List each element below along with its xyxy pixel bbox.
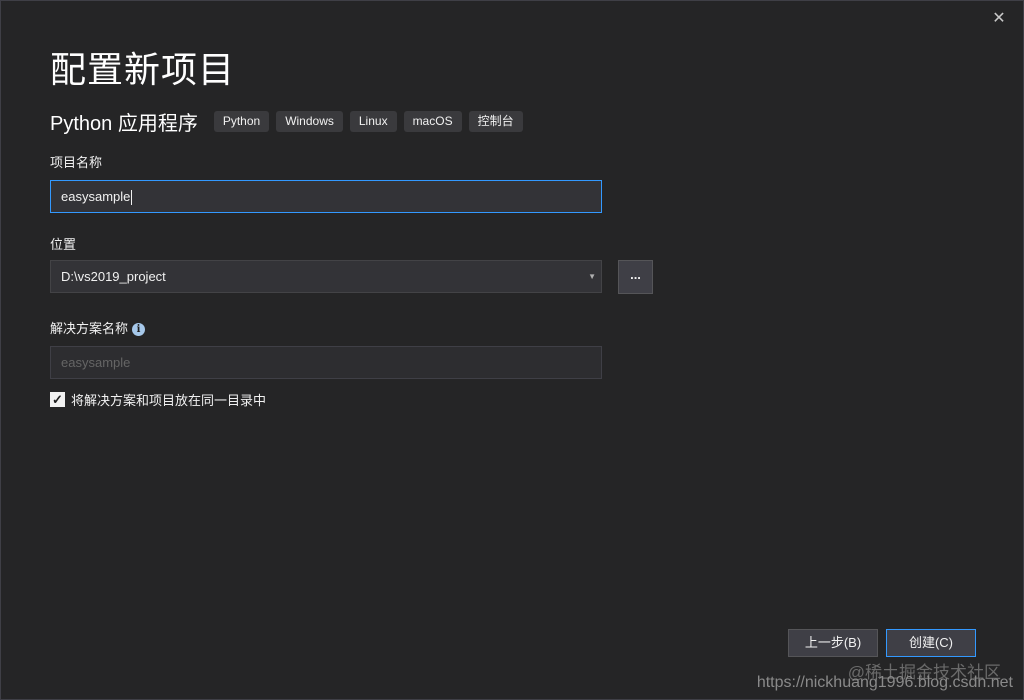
solution-name-label: 解决方案名称: [50, 321, 129, 336]
location-select[interactable]: D:\vs2019_project ▼: [50, 260, 602, 293]
info-icon[interactable]: i: [132, 323, 146, 337]
tag-macos: macOS: [403, 111, 462, 132]
chevron-down-icon: ▼: [588, 272, 596, 281]
text-caret: [131, 190, 133, 206]
watermark-url: https://nickhuang1996.blog.csdn.net: [756, 674, 1013, 691]
template-header: Python 应用程序 Python Windows Linux macOS 控…: [50, 107, 530, 136]
same-directory-label[interactable]: 将解决方案和项目放在同一目录中: [71, 390, 266, 409]
project-name-input[interactable]: easysample: [50, 180, 602, 213]
location-value: D:\vs2019_project: [61, 269, 166, 284]
tag-console: 控制台: [468, 111, 523, 132]
create-button[interactable]: 创建(C): [886, 629, 976, 657]
close-button[interactable]: ✕: [989, 9, 1009, 29]
back-button[interactable]: 上一步(B): [788, 629, 878, 657]
solution-name-label-row: 解决方案名称 i: [50, 318, 146, 337]
template-name: Python 应用程序: [50, 113, 198, 135]
project-name-label: 项目名称: [50, 155, 103, 170]
page-title: 配置新项目: [50, 49, 236, 90]
project-name-value: easysample: [61, 189, 131, 204]
location-label: 位置: [50, 237, 77, 252]
solution-name-input: [50, 346, 602, 379]
close-icon: ✕: [992, 10, 1006, 27]
configure-project-dialog: ✕ 配置新项目 Python 应用程序 Python Windows Linux…: [0, 0, 1024, 700]
checkmark-icon: ✓: [52, 392, 63, 407]
browse-button[interactable]: ...: [618, 260, 653, 294]
tag-windows: Windows: [276, 111, 343, 132]
same-directory-checkbox[interactable]: ✓: [50, 392, 65, 407]
tag-linux: Linux: [349, 111, 397, 132]
same-directory-option[interactable]: ✓ 将解决方案和项目放在同一目录中: [50, 390, 266, 409]
tag-python: Python: [213, 111, 270, 132]
